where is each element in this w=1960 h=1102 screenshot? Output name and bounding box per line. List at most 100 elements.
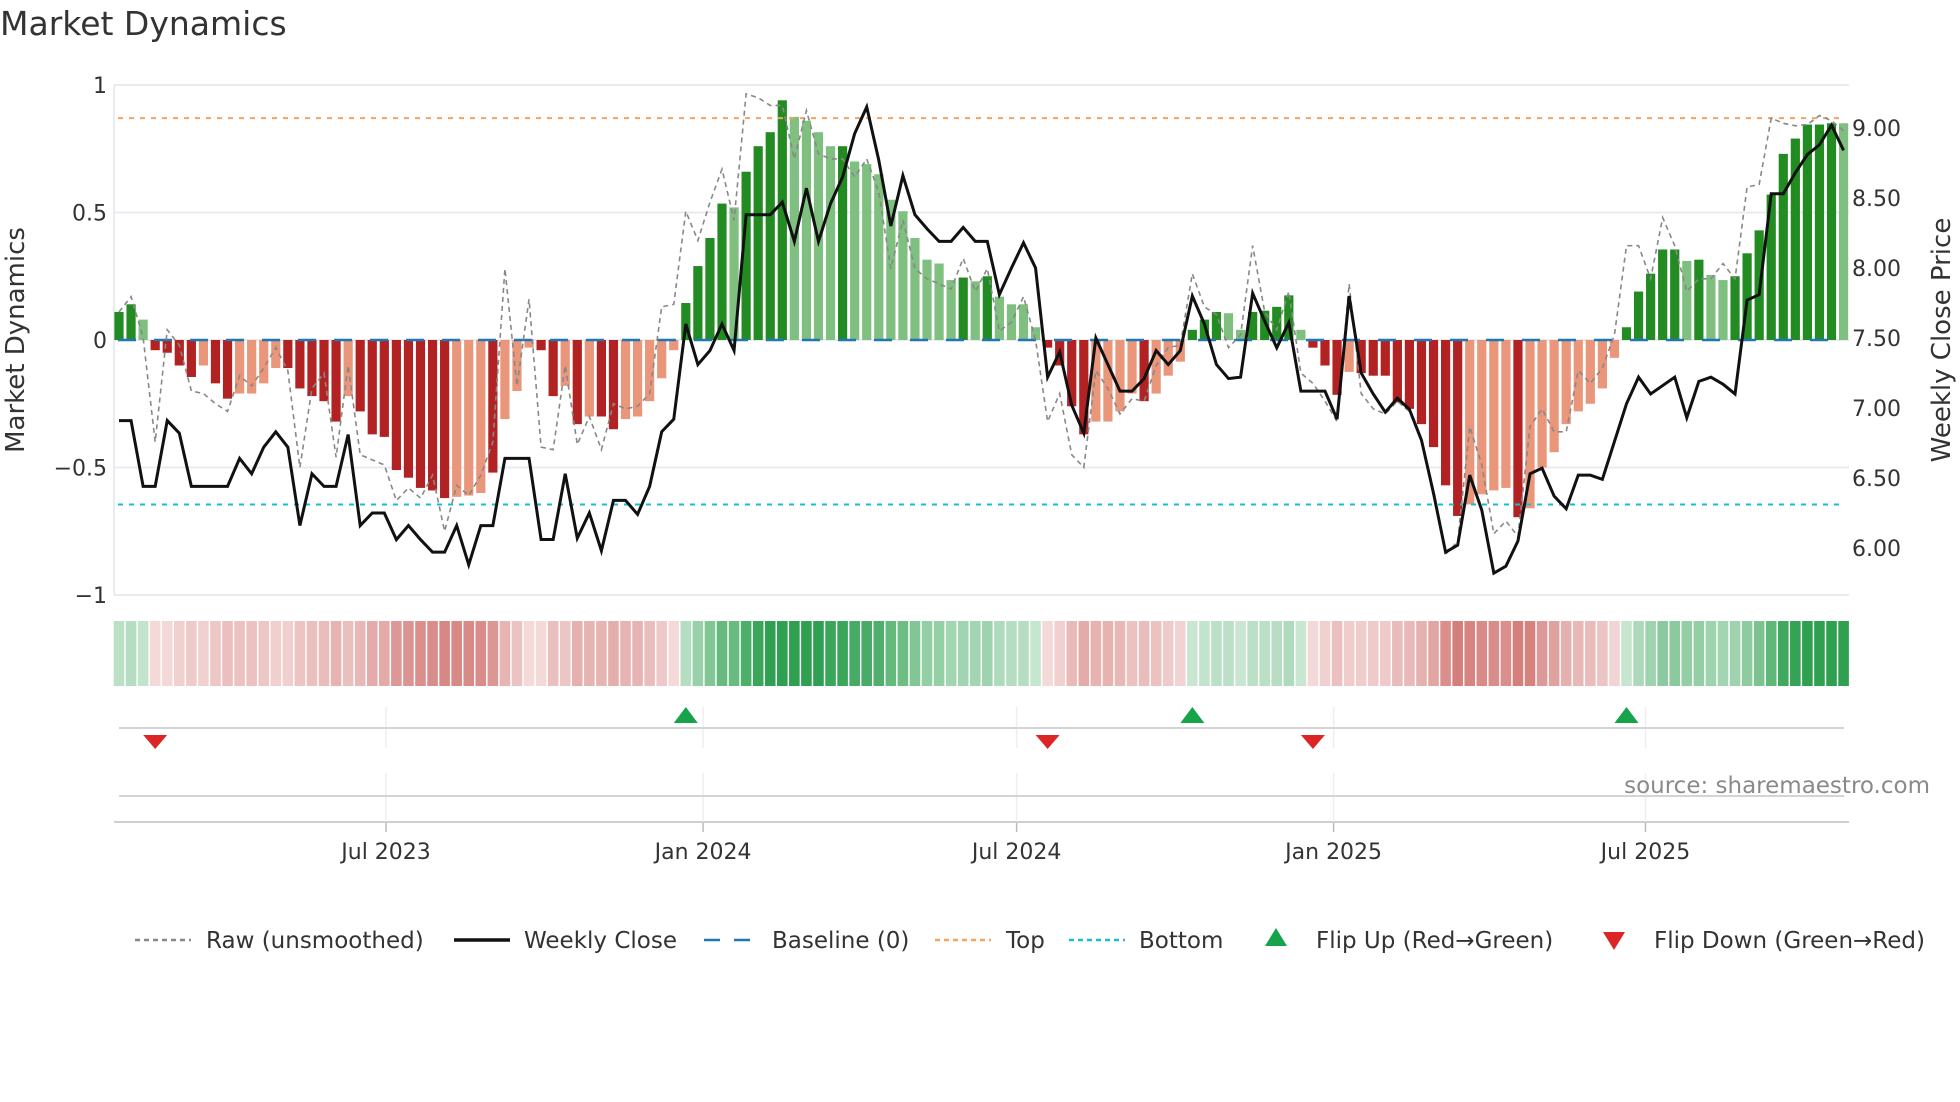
left-axis-label: Market Dynamics [1, 227, 31, 453]
heat-cell [306, 621, 318, 686]
heat-cell [427, 621, 438, 686]
dynamics-bar [1814, 124, 1825, 341]
heat-cell [897, 621, 909, 686]
dynamics-bar [1368, 340, 1378, 376]
legend-item-baseline: Baseline (0) [704, 928, 909, 954]
heat-cell [716, 621, 728, 686]
heat-cell [1790, 621, 1801, 686]
dynamics-bar [1730, 276, 1740, 340]
heat-cell [1054, 621, 1065, 686]
heat-cell [451, 621, 462, 686]
dynamics-bar [295, 340, 305, 389]
heat-cell [982, 621, 993, 686]
heat-cell [1078, 621, 1090, 686]
heat-cell [837, 621, 848, 686]
dynamics-bar [1501, 340, 1511, 488]
dynamics-bar [560, 340, 570, 386]
dynamics-bar [669, 340, 679, 351]
heat-cell [1645, 621, 1656, 686]
heat-cell [1524, 621, 1536, 686]
heat-cell [1416, 621, 1427, 686]
heat-cell [523, 621, 535, 686]
heat-cell [1681, 621, 1693, 686]
y-tick-label: −0.5 [54, 457, 107, 482]
heat-cell [1826, 621, 1837, 686]
dynamics-bar [198, 340, 209, 366]
dynamics-bar [1597, 340, 1607, 389]
dynamics-bar [1127, 340, 1137, 394]
legend-item-raw: Raw (unsmoothed) [135, 928, 424, 954]
heat-cell [161, 621, 173, 686]
dynamics-bar [657, 340, 667, 379]
heat-cell [113, 621, 125, 686]
heat-cell [246, 621, 257, 686]
dynamics-bar [1826, 123, 1837, 340]
heat-cell [222, 621, 233, 686]
heat-cell [1162, 621, 1174, 686]
heat-cell [511, 621, 523, 686]
heat-cell [1452, 621, 1463, 686]
dynamics-bar [1453, 340, 1463, 516]
heat-cell [801, 621, 812, 686]
flip-down-marker [143, 735, 168, 749]
heat-cell [1488, 621, 1500, 686]
dynamics-bar [1392, 340, 1402, 403]
heat-cell [825, 621, 836, 686]
heat-cell [1090, 621, 1102, 686]
heat-cell [945, 621, 957, 686]
heat-cell [366, 621, 378, 686]
heat-cell [571, 621, 583, 686]
heat-cell [439, 621, 450, 686]
heat-cell [1609, 621, 1620, 686]
heat-cell [1440, 621, 1451, 686]
heat-cell [1572, 621, 1584, 686]
raw-line [118, 92, 1845, 556]
heat-cell [379, 621, 390, 686]
dynamics-bar [584, 340, 594, 417]
heat-cell [1042, 621, 1053, 686]
dynamics-bar [222, 340, 233, 399]
dynamics-bar [1633, 291, 1644, 340]
dynamics-bar [777, 100, 787, 340]
x-tick-label: Jul 2024 [970, 840, 1062, 865]
heat-cell [584, 621, 595, 686]
heat-cell [186, 621, 197, 686]
market-dynamics-chart: 1 0.5 0 −0.5 −1 9.00 8.50 8.00 7.50 7.00 6.50 6.00… [1, 74, 1957, 954]
heat-cell [849, 621, 860, 686]
heat-cell [704, 621, 716, 686]
flip-down-legend-icon [1603, 932, 1625, 950]
dynamics-bar [138, 319, 148, 340]
dynamics-bar [186, 340, 196, 377]
heat-cell [1765, 621, 1777, 686]
dynamics-bar [1658, 249, 1668, 340]
legend-label: Flip Down (Green→Red) [1654, 928, 1925, 954]
dynamics-bar [1778, 153, 1788, 340]
legend-label: Bottom [1139, 928, 1223, 954]
flip-up-legend-icon [1265, 928, 1287, 946]
heat-cell [174, 621, 185, 686]
heat-cell [873, 621, 885, 686]
legend-item-bottom: Bottom [1069, 928, 1223, 954]
heat-cell [1102, 621, 1114, 686]
dynamics-bar [415, 340, 426, 488]
dynamics-bar [608, 340, 619, 430]
heat-cell [1802, 621, 1813, 686]
legend-label: Baseline (0) [772, 928, 909, 954]
heat-cell [1464, 621, 1476, 686]
heat-cell [342, 621, 354, 686]
dynamics-bar [1211, 311, 1222, 340]
heat-cell [1066, 621, 1078, 686]
dynamics-bar [753, 146, 763, 340]
heat-cell [813, 621, 824, 686]
heat-cell [391, 621, 402, 686]
dynamics-bar [632, 340, 643, 417]
dynamics-bar [1682, 260, 1692, 340]
heat-cell [1693, 621, 1705, 686]
dynamics-bar [452, 340, 462, 497]
dynamics-bar [548, 340, 558, 397]
flip-down-marker [1300, 735, 1325, 749]
heat-cell [1621, 621, 1632, 686]
heat-cell [559, 621, 571, 686]
legend-label: Top [1005, 928, 1045, 954]
dynamics-bar [934, 263, 944, 340]
